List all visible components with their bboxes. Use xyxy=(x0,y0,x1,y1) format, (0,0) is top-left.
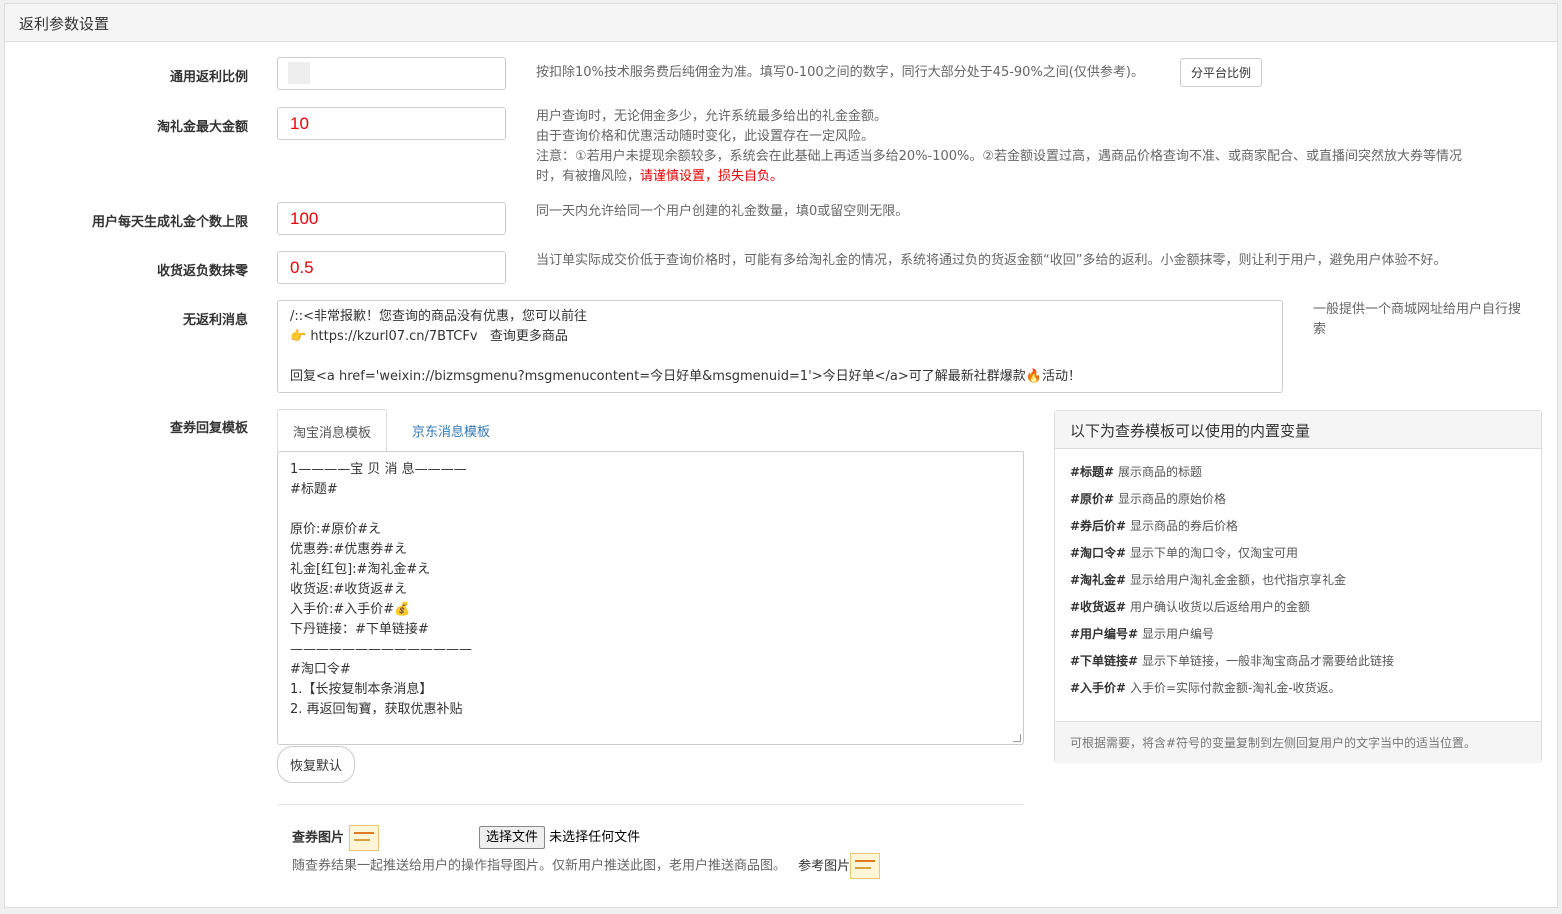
no-rebate-line3 xyxy=(290,347,1270,367)
template-label: 查券回复模板 xyxy=(169,421,248,436)
max-gift-help-line1: 用户查询时，无论佣金多少，允许系统最多给出的礼金金额。 xyxy=(536,109,888,124)
max-gift-help-line4-text: 时，有被撸风险， xyxy=(536,169,641,184)
coupon-image-label-group: 查券图片 xyxy=(292,825,379,851)
variables-footer: 可根据需要，将含#符号的变量复制到左侧回复用户的文字当中的适当位置。 xyxy=(1055,721,1541,763)
section-divider xyxy=(277,804,1024,805)
no-rebate-textarea[interactable]: /::<非常报歉！您查询的商品没有优惠，您可以前往👉 https://kzurl… xyxy=(277,300,1283,393)
max-gift-label: 淘礼金最大金额 xyxy=(156,120,248,135)
no-rebate-help: 一般提供一个商城网址给用户自行搜 索 xyxy=(1313,300,1548,340)
pointing-hand-icon: 👉 xyxy=(290,329,307,344)
coupon-image-label: 查券图片 xyxy=(292,830,345,846)
no-rebate-line1: /::<非常报歉！您查询的商品没有优惠，您可以前往 xyxy=(290,309,588,324)
no-rebate-line2-text: https://kzurl07.cn/7BTCFv 查询更多商品 xyxy=(306,329,568,344)
variables-panel: 以下为查券模板可以使用的内置变量 #标题# 展示商品的标题 #原价# 显示商品的… xyxy=(1054,410,1542,763)
variables-title: 以下为查券模板可以使用的内置变量 xyxy=(1055,411,1541,449)
max-gift-help-line2: 由于查询价格和优惠活动随时变化，此设置存在一定风险。 xyxy=(536,129,875,144)
max-gift-help: 用户查询时，无论佣金多少，允许系统最多给出的礼金金额。 由于查询价格和优惠活动随… xyxy=(536,107,1546,187)
general-rate-help: 按扣除10%技术服务费后纯佣金为准。填写0-100之间的数字，同行大部分处于45… xyxy=(536,65,1144,80)
max-gift-help-line4: 时，有被撸风险，请谨慎设置，损失自负。 xyxy=(536,167,1546,187)
rounding-help: 当订单实际成交价低于查询价格时，可能有多给淘礼金的情况，系统将通过负的货返金额“… xyxy=(536,253,1447,268)
coupon-image-help: 随查券结果一起推送给用户的操作指导图片。仅新用户推送此图，老用户推送商品图。 xyxy=(292,858,787,874)
variable-item: #券后价# 显示商品的券后价格 xyxy=(1070,519,1238,533)
panel-title: 返利参数设置 xyxy=(5,4,1557,42)
tab-jd-template[interactable]: 京东消息模板 xyxy=(397,409,505,450)
general-rate-label: 通用返利比例 xyxy=(169,70,248,85)
no-rebate-line4: 回复<a href='weixin://bizmsgmenu?msgmenuco… xyxy=(290,369,1081,384)
file-status: 未选择任何文件 xyxy=(549,830,641,845)
reference-image-thumbnail[interactable] xyxy=(850,853,881,879)
max-gift-input[interactable]: 10 xyxy=(277,107,506,140)
max-gift-warning: 请谨慎设置，损失自负。 xyxy=(640,169,784,184)
variable-item: #收货返# 用户确认收货以后返给用户的金额 xyxy=(1070,600,1310,614)
no-rebate-label: 无返利消息 xyxy=(182,313,248,328)
daily-limit-label: 用户每天生成礼金个数上限 xyxy=(91,215,248,230)
rounding-label: 收货返负数抹零 xyxy=(156,264,248,279)
daily-limit-help: 同一天内允许给同一个用户创建的礼金数量，填0或留空则无限。 xyxy=(536,204,909,219)
max-gift-help-line3: 注意：①若用户未提现余额较多，系统会在此基础上再适当多给20%-100%。②若金… xyxy=(536,149,1463,164)
rounding-input[interactable]: 0.5 xyxy=(277,251,506,284)
file-picker: 选择文件 未选择任何文件 xyxy=(479,826,641,849)
variable-item: #下单链接# 显示下单链接，一般非淘宝商品才需要给此链接 xyxy=(1070,654,1394,668)
tab-taobao-template[interactable]: 淘宝消息模板 xyxy=(277,409,388,452)
choose-file-button[interactable]: 选择文件 xyxy=(479,826,546,849)
coupon-image-help-row: 随查券结果一起推送给用户的操作指导图片。仅新用户推送此图，老用户推送商品图。 参… xyxy=(292,853,881,879)
variable-item: #原价# 显示商品的原始价格 xyxy=(1070,492,1226,506)
restore-default-button[interactable]: 恢复默认 xyxy=(277,746,356,783)
daily-limit-input[interactable]: 100 xyxy=(277,202,506,235)
no-rebate-help-line1: 一般提供一个商城网址给用户自行搜 xyxy=(1313,302,1522,317)
variable-item: #标题# 展示商品的标题 xyxy=(1070,465,1202,479)
reference-image-label: 参考图片 xyxy=(798,858,851,874)
platform-rate-button[interactable]: 分平台比例 xyxy=(1180,58,1263,87)
general-rate-input[interactable] xyxy=(277,57,506,90)
variable-item: #淘礼金# 显示给用户淘礼金金额，也代指京享礼金 xyxy=(1070,573,1346,587)
variable-item: #淘口令# 显示下单的淘口令，仅淘宝可用 xyxy=(1070,546,1298,560)
variable-item: #入手价# 入手价=实际付款金额-淘礼金-收货返。 xyxy=(1070,681,1341,695)
general-rate-placeholder-block xyxy=(288,62,310,84)
template-textarea[interactable]: 1————宝 贝 消 息———— #标题# 原价:#原价#え 优惠券:#优惠券#… xyxy=(277,451,1024,745)
variables-list: #标题# 展示商品的标题 #原价# 显示商品的原始价格 #券后价# 显示商品的券… xyxy=(1055,449,1541,721)
resize-handle-icon[interactable] xyxy=(1013,734,1021,742)
coupon-image-thumbnail[interactable] xyxy=(348,825,379,851)
no-rebate-help-line2: 索 xyxy=(1313,322,1327,337)
variable-item: #用户编号# 显示用户编号 xyxy=(1070,627,1214,641)
no-rebate-line2: 👉 https://kzurl07.cn/7BTCFv 查询更多商品 xyxy=(290,327,1270,347)
